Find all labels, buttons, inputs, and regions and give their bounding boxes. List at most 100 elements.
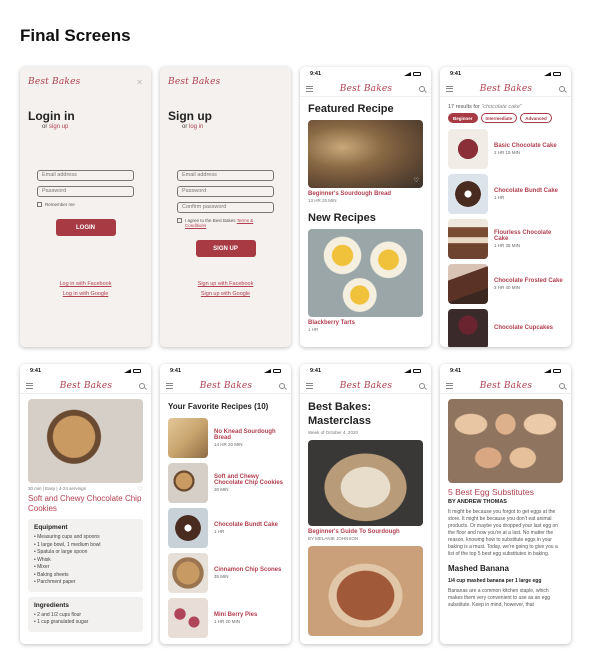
password-field[interactable]: Password (177, 186, 274, 197)
home-screen: 9:41 Best Bakes Featured Recipe ♡ Beginn… (300, 67, 431, 347)
signal-icon (544, 369, 551, 373)
recipe-title: Chocolate Cupcakes (494, 325, 554, 331)
article-screen: 9:41 Best Bakes 5 Best Egg Substitutes B… (440, 364, 571, 644)
email-field[interactable]: Email address (37, 170, 134, 181)
filter-chip-beginner[interactable]: Beginner (448, 113, 478, 123)
log-in-link[interactable]: log in (189, 124, 203, 130)
menu-icon[interactable] (26, 382, 33, 389)
masterclass-image-2[interactable] (308, 546, 423, 636)
brand-logo: Best Bakes (479, 83, 533, 94)
recipe-title: Mini Berry Pies (214, 611, 258, 618)
page-title: Final Screens (20, 26, 131, 45)
recipe-thumbnail (448, 308, 488, 347)
email-field[interactable]: Email address (177, 170, 274, 181)
facebook-signup-link[interactable]: Sign up with Facebook (160, 281, 291, 287)
recipe-title: Basic Chocolate Cake (494, 142, 557, 149)
status-time: 9:41 (310, 71, 322, 77)
recipe-meta: 35 MIN (214, 573, 229, 579)
masterclass-item-title[interactable]: Beginner's Guide To Sourdough (300, 529, 431, 535)
list-item[interactable]: Cinnamon Chip Scones 35 MIN (160, 550, 291, 595)
search-screen: 9:41 Best Bakes 17 results for "chocolat… (440, 67, 571, 347)
masterclass-image[interactable] (308, 440, 423, 526)
login-title: Login in (28, 109, 75, 123)
signup-subtitle: or log in (160, 124, 291, 130)
google-login-link[interactable]: Log in with Google (20, 291, 151, 297)
new-recipe-title[interactable]: Blackberry Tarts (300, 320, 431, 326)
search-icon[interactable] (278, 382, 285, 389)
recipe-title: Soft and Chewy Chocolate Chip Cookies (28, 494, 142, 513)
menu-icon[interactable] (306, 382, 313, 389)
login-button[interactable]: LOGIN (55, 219, 116, 236)
search-icon[interactable] (138, 382, 145, 389)
status-time: 9:41 (450, 368, 462, 374)
battery-icon (133, 369, 141, 373)
recipe-thumbnail (168, 462, 208, 503)
list-item[interactable]: Soft and Chewy Chocolate Chip Cookies 30 … (160, 460, 291, 505)
confirm-password-field[interactable]: Confirm password (177, 202, 274, 213)
brand-logo: Best Bakes (339, 83, 393, 94)
list-item[interactable]: Chocolate Bundt Cake 1 HR (440, 171, 571, 216)
list-item[interactable]: Chocolate Bundt Cake 1 HR (160, 505, 291, 550)
article-hero-image (448, 399, 563, 483)
menu-icon[interactable] (446, 85, 453, 92)
recipe-meta: 30 MIN (214, 486, 229, 492)
status-bar: 9:41 (20, 364, 151, 378)
recipe-title: Cinnamon Chip Scones (214, 566, 282, 573)
results-summary: 17 results for "chocolate cake" (440, 104, 571, 110)
signup-sub-prefix: or (182, 124, 188, 130)
recipe-hero-image (28, 399, 143, 483)
menu-icon[interactable] (306, 85, 313, 92)
menu-icon[interactable] (446, 382, 453, 389)
list-item[interactable]: Mini Berry Pies 1 HR 20 MIN (160, 595, 291, 640)
list-item[interactable]: Chocolate Cupcakes (440, 306, 571, 347)
brand-logo: Best Bakes (199, 380, 253, 391)
status-time: 9:41 (450, 71, 462, 77)
recipe-meta: 2 HR 40 MIN (494, 284, 521, 290)
heart-icon[interactable]: ♡ (138, 486, 143, 493)
signup-title: Sign up (168, 109, 212, 123)
article-section-subtitle: 1/4 cup mashed banana per 1 large egg (448, 578, 542, 584)
masterclass-title: Best Bakes: Masterclass (308, 401, 371, 427)
auth-header: Best Bakes (160, 67, 291, 97)
recipe-thumbnail (168, 507, 208, 548)
filter-chip-intermediate[interactable]: Intermediate (480, 113, 518, 123)
recipe-title: Chocolate Bundt Cake (214, 521, 279, 528)
difficulty-filters: Beginner Intermediate Advanced (440, 113, 571, 123)
equipment-title: Equipment (34, 524, 68, 531)
login-subtitle: or sign up (20, 124, 151, 130)
terms-checkbox[interactable] (177, 218, 182, 223)
recipe-meta: 1 HR 20 MIN (214, 618, 241, 624)
new-recipe-image[interactable] (308, 229, 423, 317)
featured-recipe-title[interactable]: Beginner's Sourdough Bread (300, 191, 431, 197)
remember-checkbox[interactable] (37, 202, 42, 207)
recipe-meta: 14 HR 20 MIN (214, 441, 243, 447)
brand-logo: Best Bakes (28, 77, 81, 87)
list-item[interactable]: Basic Chocolate Cake 2 HR 15 MIN (440, 126, 571, 171)
menu-icon[interactable] (166, 382, 173, 389)
filter-chip-advanced[interactable]: Advanced (520, 113, 552, 123)
google-signup-link[interactable]: Sign up with Google (160, 291, 291, 297)
search-icon[interactable] (558, 85, 565, 92)
new-recipe-meta: 1 HR (308, 327, 319, 332)
list-item[interactable]: Flourless Chocolate Cake 1 HR 35 MIN (440, 216, 571, 261)
search-icon[interactable] (418, 382, 425, 389)
recipe-meta: 1 HR 35 MIN (494, 242, 521, 248)
ingredient-item: • 1 cup granulated sugar (34, 619, 89, 625)
signup-button[interactable]: SIGN UP (195, 240, 256, 257)
facebook-login-link[interactable]: Log in with Facebook (20, 281, 151, 287)
password-field[interactable]: Password (37, 186, 134, 197)
close-icon[interactable]: ✕ (136, 78, 143, 87)
app-header: Best Bakes (160, 378, 291, 394)
terms-row[interactable]: I agree to the Best Bakes Terms & Condit… (177, 218, 274, 228)
list-item[interactable]: No Knead Sourdough Bread 14 HR 20 MIN (160, 415, 291, 460)
heart-icon[interactable]: ♡ (414, 177, 419, 184)
equipment-item: • Mixer (34, 564, 50, 570)
list-item[interactable]: Chocolate Frosted Cake 2 HR 40 MIN (440, 261, 571, 306)
search-icon[interactable] (418, 85, 425, 92)
remember-me-row[interactable]: Remember me (37, 202, 134, 207)
status-bar: 9:41 (160, 364, 291, 378)
app-header: Best Bakes (300, 378, 431, 394)
featured-recipe-image[interactable] (308, 120, 423, 188)
sign-up-link[interactable]: sign up (49, 124, 68, 130)
search-icon[interactable] (558, 382, 565, 389)
